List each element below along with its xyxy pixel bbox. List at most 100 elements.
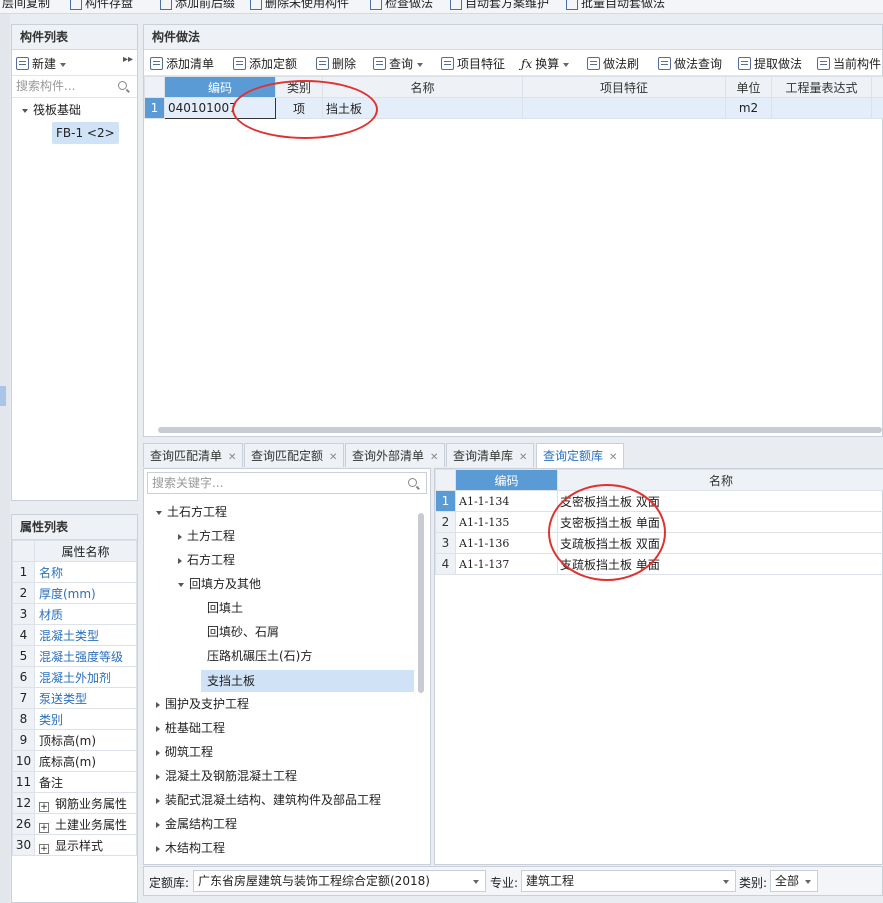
property-row[interactable]: 5 混凝土强度等级 xyxy=(12,645,137,667)
table-row[interactable]: 1 A1-1-134 支密板挡土板 双面 xyxy=(435,490,883,512)
method-query-icon xyxy=(658,57,671,70)
property-row[interactable]: 1 名称 xyxy=(12,561,137,583)
property-row[interactable]: 4 混凝土类型 xyxy=(12,624,137,646)
property-row[interactable]: 2 厚度(mm) xyxy=(12,582,137,604)
tree-item-stone[interactable]: 石方工程 xyxy=(178,549,235,571)
close-icon[interactable]: ✕ xyxy=(519,452,527,463)
tree-item-concrete[interactable]: 混凝土及钢筋混凝土工程 xyxy=(156,765,297,787)
delete-unused-button[interactable]: 删除未使用构件 xyxy=(250,0,349,11)
add-prefix-button[interactable]: 添加前后缀 xyxy=(160,0,235,11)
quota-search[interactable]: 搜索关键字... xyxy=(147,472,427,494)
tree-item-retaining-board[interactable]: 支挡土板 xyxy=(201,670,414,692)
tree-item-backfill[interactable]: 回填土 xyxy=(207,597,243,619)
col-features[interactable]: 项目特征 xyxy=(522,76,726,98)
tree-item-timber[interactable]: 木结构工程 xyxy=(156,837,225,859)
col-quota-code[interactable]: 编码 xyxy=(455,469,558,491)
tab-external-list[interactable]: 查询外部清单 ✕ xyxy=(345,443,446,467)
vertical-scrollbar[interactable] xyxy=(418,513,424,693)
category-select[interactable]: 全部 xyxy=(770,870,818,892)
property-row[interactable]: 8 类别 xyxy=(12,708,137,730)
component-list-title: 构件列表 xyxy=(12,25,137,50)
method-toolbar: 添加清单 添加定额 删除 查询 项目特征 ƒx 换算 做法刷 做法查询 提取做法 … xyxy=(144,50,882,76)
add-quota-button[interactable]: 添加定额 xyxy=(233,55,297,72)
method-brush-button[interactable]: 做法刷 xyxy=(587,55,639,72)
method-query-button[interactable]: 做法查询 xyxy=(658,55,722,72)
bottom-tabs: 查询匹配清单 ✕ 查询匹配定额 ✕ 查询外部清单 ✕ 查询清单库 ✕ 查询定额库 ✕ xyxy=(143,443,883,469)
more-icon[interactable]: ▸▸ xyxy=(123,54,133,65)
new-component-button[interactable]: 新建 xyxy=(16,55,67,72)
query-icon xyxy=(373,57,386,70)
property-row[interactable]: 26 + 土建业务属性 xyxy=(12,813,137,835)
add-quota-icon xyxy=(233,57,246,70)
property-row[interactable]: 6 混凝土外加剂 xyxy=(12,666,137,688)
tree-item-soil[interactable]: 土方工程 xyxy=(178,525,235,547)
table-row[interactable]: 4 A1-1-137 支疏板挡土板 单面 xyxy=(435,553,883,575)
close-icon[interactable]: ✕ xyxy=(430,452,438,463)
expression-cell[interactable] xyxy=(771,97,872,119)
tree-item-backfill-other[interactable]: 回填方及其他 xyxy=(178,573,261,595)
add-list-button[interactable]: 添加清单 xyxy=(150,55,214,72)
major-select[interactable]: 建筑工程 xyxy=(521,870,736,892)
delete-button[interactable]: 删除 xyxy=(316,55,356,72)
component-search[interactable]: 搜索构件... xyxy=(12,76,137,98)
tab-match-quota[interactable]: 查询匹配定额 ✕ xyxy=(244,443,345,467)
expand-plus-icon[interactable]: + xyxy=(39,801,49,812)
quota-search-input[interactable]: 搜索关键字... xyxy=(147,472,427,494)
properties-header: 属性名称 xyxy=(34,540,137,562)
tab-quota-library[interactable]: 查询定额库 ✕ xyxy=(536,443,625,468)
property-row[interactable]: 30 + 显示样式 xyxy=(12,834,137,856)
horizontal-scrollbar[interactable] xyxy=(158,427,882,433)
tab-match-list[interactable]: 查询匹配清单 ✕ xyxy=(143,443,244,467)
annotation-circle xyxy=(232,80,378,139)
tab-list-library[interactable]: 查询清单库 ✕ xyxy=(446,443,535,467)
tree-item-backfill-sand[interactable]: 回填砂、石屑 xyxy=(207,621,279,643)
close-icon[interactable]: ✕ xyxy=(228,452,236,463)
close-icon[interactable]: ✕ xyxy=(329,452,337,463)
tree-item-pile[interactable]: 桩基础工程 xyxy=(156,717,225,739)
property-row[interactable]: 11 备注 xyxy=(12,771,137,793)
check-method-button[interactable]: 检查做法 xyxy=(370,0,433,11)
query-button[interactable]: 查询 xyxy=(373,55,424,72)
left-edge-strip xyxy=(0,14,10,903)
layer-copy-button[interactable]: 层间复制 xyxy=(2,0,50,11)
current-component-button[interactable]: 当前构件 xyxy=(817,55,881,72)
expand-icon xyxy=(22,108,28,113)
expand-plus-icon[interactable]: + xyxy=(39,822,49,833)
tree-item-fb1[interactable]: FB-1 <2> xyxy=(52,122,119,144)
features-button[interactable]: 项目特征 xyxy=(441,55,505,72)
property-row[interactable]: 3 材质 xyxy=(12,603,137,625)
component-list-panel: 构件列表 新建 ▸▸ 搜索构件... 筏板基础 FB-1 <2> xyxy=(11,24,138,501)
tree-item-metal[interactable]: 金属结构工程 xyxy=(156,813,237,835)
chevron-down-icon xyxy=(563,62,570,67)
tree-item-raft-foundation[interactable]: 筏板基础 xyxy=(22,99,81,121)
quota-lib-select[interactable]: 广东省房屋建筑与装饰工程综合定额(2018) xyxy=(193,870,486,892)
tree-item-prefab[interactable]: 装配式混凝土结构、建筑构件及部品工程 xyxy=(156,789,381,811)
batch-icon xyxy=(566,0,578,10)
tree-item-support[interactable]: 围护及支护工程 xyxy=(156,693,249,715)
tree-item-masonry[interactable]: 砌筑工程 xyxy=(156,741,213,763)
search-icon[interactable] xyxy=(118,81,127,90)
collapse-icon xyxy=(156,773,160,780)
batch-auto-button[interactable]: 批量自动套做法 xyxy=(566,0,665,11)
property-row[interactable]: 9 顶标高(m) xyxy=(12,729,137,751)
unit-cell[interactable]: m2 xyxy=(725,97,772,119)
method-title: 构件做法 xyxy=(144,25,882,50)
property-row[interactable]: 10 底标高(m) xyxy=(12,750,137,772)
tree-item-earthwork[interactable]: 土石方工程 xyxy=(156,501,227,523)
col-unit[interactable]: 单位 xyxy=(725,76,772,98)
extract-method-button[interactable]: 提取做法 xyxy=(738,55,802,72)
search-icon[interactable] xyxy=(408,478,417,487)
features-icon xyxy=(441,57,454,70)
quota-lib-label: 定额库: xyxy=(149,876,190,890)
convert-button[interactable]: ƒx 换算 xyxy=(521,55,570,72)
collapse-icon xyxy=(178,557,182,564)
close-icon[interactable]: ✕ xyxy=(609,452,617,463)
property-row[interactable]: 12 + 钢筋业务属性 xyxy=(12,792,137,814)
expand-plus-icon[interactable]: + xyxy=(39,843,49,854)
auto-plan-button[interactable]: 自动套方案维护 xyxy=(450,0,549,11)
tree-item-roller[interactable]: 压路机碾压土(石)方 xyxy=(207,645,312,667)
col-expression[interactable]: 工程量表达式 xyxy=(771,76,872,98)
save-component-button[interactable]: 构件存盘 xyxy=(70,0,133,11)
features-cell[interactable] xyxy=(522,97,726,119)
property-row[interactable]: 7 泵送类型 xyxy=(12,687,137,709)
